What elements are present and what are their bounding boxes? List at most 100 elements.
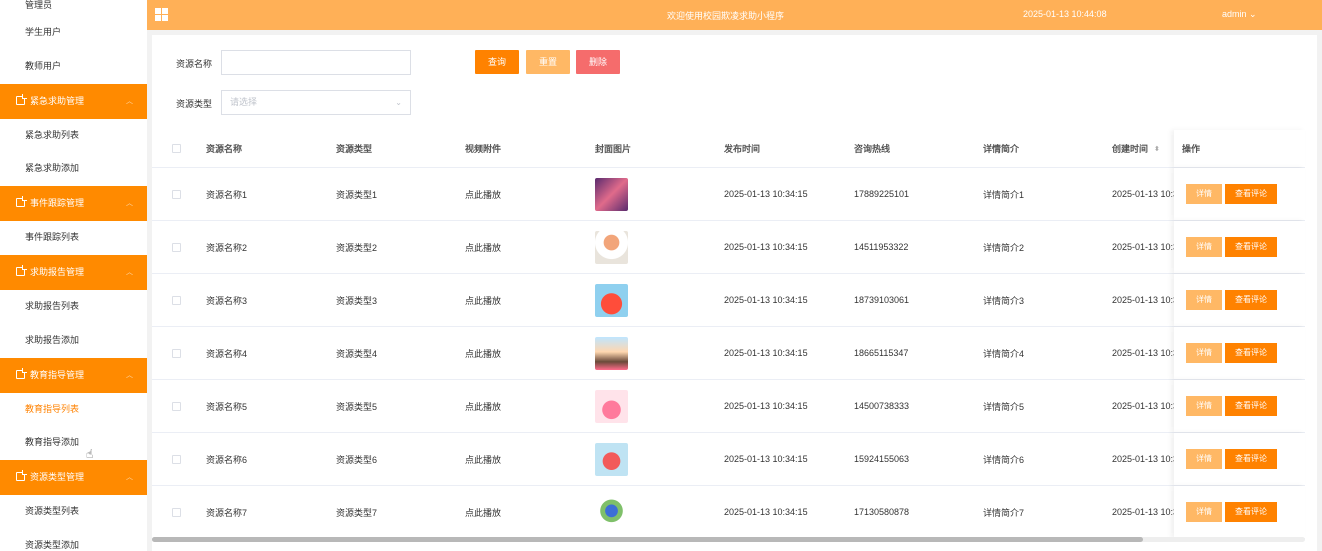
sidebar-item-admin[interactable]: 管理员 — [0, 0, 147, 16]
sidebar-item-education-list[interactable]: 教育指导列表 — [0, 392, 147, 427]
header-publish-time: 发布时间 — [724, 144, 761, 154]
sidebar-group-emergency[interactable]: 紧急求助管理 ︿ — [0, 83, 147, 119]
reset-button[interactable]: 重置 — [526, 50, 570, 74]
row-checkbox[interactable] — [172, 401, 181, 411]
cell-type: 资源类型6 — [336, 454, 378, 465]
sidebar-item-resource-type-add[interactable]: 资源类型添加 — [0, 528, 147, 551]
cell-name: 资源名称5 — [206, 401, 248, 412]
scrollbar-thumb[interactable] — [152, 537, 1143, 542]
header-hotline: 咨询热线 — [854, 144, 891, 154]
sidebar-group-report[interactable]: 求助报告管理 ︿ — [0, 254, 147, 290]
resource-table: 资源名称 资源类型 视频附件 封面图片 发布时间 咨询热线 详情简介 创建时间 ⬍… — [152, 130, 1305, 539]
chevron-up-icon: ︿ — [126, 97, 133, 105]
table-row: 资源名称6 资源类型6 点此播放 2025-01-13 10:34:15 159… — [152, 433, 1305, 486]
sidebar-item-event-list[interactable]: 事件跟踪列表 — [0, 221, 147, 255]
detail-button[interactable]: 详情 — [1186, 184, 1222, 204]
view-comments-button[interactable]: 查看评论 — [1225, 502, 1277, 522]
header-intro: 详情简介 — [983, 144, 1020, 154]
cell-name: 资源名称3 — [206, 295, 248, 306]
resource-name-input[interactable] — [221, 50, 411, 75]
cell-name: 资源名称6 — [206, 454, 248, 465]
header-created-time[interactable]: 创建时间 ⬍ — [1112, 130, 1160, 167]
detail-button[interactable]: 详情 — [1186, 502, 1222, 522]
main-panel: 资源名称 查询 重置 删除 资源类型 请选择 ⌄ 资源名称 资源类型 视频附件 … — [152, 35, 1317, 551]
resource-type-select[interactable]: 请选择 ⌄ — [221, 90, 411, 115]
actions-cell: 详情 查看评论 — [1174, 168, 1305, 220]
row-checkbox[interactable] — [172, 454, 181, 464]
view-comments-button[interactable]: 查看评论 — [1225, 184, 1277, 204]
sidebar: 管理员 学生用户 教师用户 紧急求助管理 ︿ 紧急求助列表 紧急求助添加 事件跟… — [0, 0, 147, 551]
play-video-link[interactable]: 点此播放 — [465, 486, 501, 538]
edit-icon — [16, 93, 27, 105]
cell-created-time: 2025-01-13 10:3 — [1112, 401, 1174, 411]
sidebar-group-label: 事件跟踪管理 — [30, 198, 85, 209]
cell-publish-time: 2025-01-13 10:34:15 — [724, 189, 808, 199]
cell-created-time: 2025-01-13 10:3 — [1112, 348, 1174, 358]
horizontal-scrollbar[interactable] — [152, 537, 1305, 542]
cell-type: 资源类型7 — [336, 507, 378, 518]
play-video-link[interactable]: 点此播放 — [465, 380, 501, 432]
sort-icon[interactable]: ⬍ — [1154, 145, 1160, 153]
header-actions: 操作 — [1182, 144, 1201, 154]
chevron-down-icon: ⌄ — [395, 98, 402, 107]
sidebar-group-event-tracking[interactable]: 事件跟踪管理 ︿ — [0, 186, 147, 222]
type-label: 资源类型 — [176, 99, 213, 109]
actions-cell: 详情 查看评论 — [1174, 221, 1305, 273]
row-checkbox[interactable] — [172, 507, 181, 517]
sidebar-group-education[interactable]: 教育指导管理 ︿ — [0, 357, 147, 393]
sidebar-item-teachers[interactable]: 教师用户 — [0, 49, 147, 84]
sidebar-item-report-add[interactable]: 求助报告添加 — [0, 323, 147, 358]
view-comments-button[interactable]: 查看评论 — [1225, 237, 1277, 257]
sidebar-group-resource-type[interactable]: 资源类型管理 ︿ — [0, 460, 147, 496]
sidebar-item-report-list[interactable]: 求助报告列表 — [0, 289, 147, 324]
cell-hotline: 14500738333 — [854, 401, 910, 411]
cell-hotline: 17889225101 — [854, 189, 910, 199]
cover-image[interactable] — [595, 177, 628, 211]
detail-button[interactable]: 详情 — [1186, 290, 1222, 310]
cover-image[interactable] — [595, 442, 628, 476]
detail-button[interactable]: 详情 — [1186, 237, 1222, 257]
row-checkbox[interactable] — [172, 189, 181, 199]
play-video-link[interactable]: 点此播放 — [465, 221, 501, 273]
cell-publish-time: 2025-01-13 10:34:15 — [724, 295, 808, 305]
select-all-checkbox[interactable] — [172, 144, 181, 153]
detail-button[interactable]: 详情 — [1186, 396, 1222, 416]
view-comments-button[interactable]: 查看评论 — [1225, 449, 1277, 469]
cell-created-time: 2025-01-13 10:3 — [1112, 454, 1174, 464]
menu-grid-icon[interactable] — [155, 8, 168, 21]
sidebar-item-label: 教育指导添加 — [25, 437, 80, 448]
cover-image[interactable] — [595, 495, 628, 529]
cover-image[interactable] — [595, 283, 628, 317]
row-checkbox[interactable] — [172, 242, 181, 252]
view-comments-button[interactable]: 查看评论 — [1225, 290, 1277, 310]
view-comments-button[interactable]: 查看评论 — [1225, 343, 1277, 363]
user-menu[interactable]: admin ⌄ — [1222, 9, 1257, 20]
cell-intro: 详情简介2 — [983, 242, 1025, 253]
sidebar-group-label: 求助报告管理 — [30, 266, 85, 277]
play-video-link[interactable]: 点此播放 — [465, 327, 501, 379]
cover-image[interactable] — [595, 389, 628, 423]
cover-image[interactable] — [595, 336, 628, 370]
sidebar-item-education-add[interactable]: 教育指导添加 ☝ — [0, 426, 147, 461]
play-video-link[interactable]: 点此播放 — [465, 433, 501, 485]
detail-button[interactable]: 详情 — [1186, 449, 1222, 469]
detail-button[interactable]: 详情 — [1186, 343, 1222, 363]
sidebar-group-label: 紧急求助管理 — [30, 95, 85, 106]
delete-button[interactable]: 删除 — [576, 50, 620, 74]
cover-image[interactable] — [595, 230, 628, 264]
row-checkbox[interactable] — [172, 295, 181, 305]
cell-type: 资源类型5 — [336, 401, 378, 412]
cell-intro: 详情简介5 — [983, 401, 1025, 412]
play-video-link[interactable]: 点此播放 — [465, 168, 501, 220]
sidebar-item-students[interactable]: 学生用户 — [0, 16, 147, 50]
sidebar-item-emergency-list[interactable]: 紧急求助列表 — [0, 118, 147, 153]
row-checkbox[interactable] — [172, 348, 181, 358]
cell-name: 资源名称2 — [206, 242, 248, 253]
play-video-link[interactable]: 点此播放 — [465, 274, 501, 326]
sidebar-item-resource-type-list[interactable]: 资源类型列表 — [0, 495, 147, 529]
cell-created-time: 2025-01-13 10:3 — [1112, 295, 1174, 305]
cell-type: 资源类型3 — [336, 295, 378, 306]
sidebar-item-emergency-add[interactable]: 紧急求助添加 — [0, 152, 147, 187]
query-button[interactable]: 查询 — [475, 50, 519, 74]
view-comments-button[interactable]: 查看评论 — [1225, 396, 1277, 416]
